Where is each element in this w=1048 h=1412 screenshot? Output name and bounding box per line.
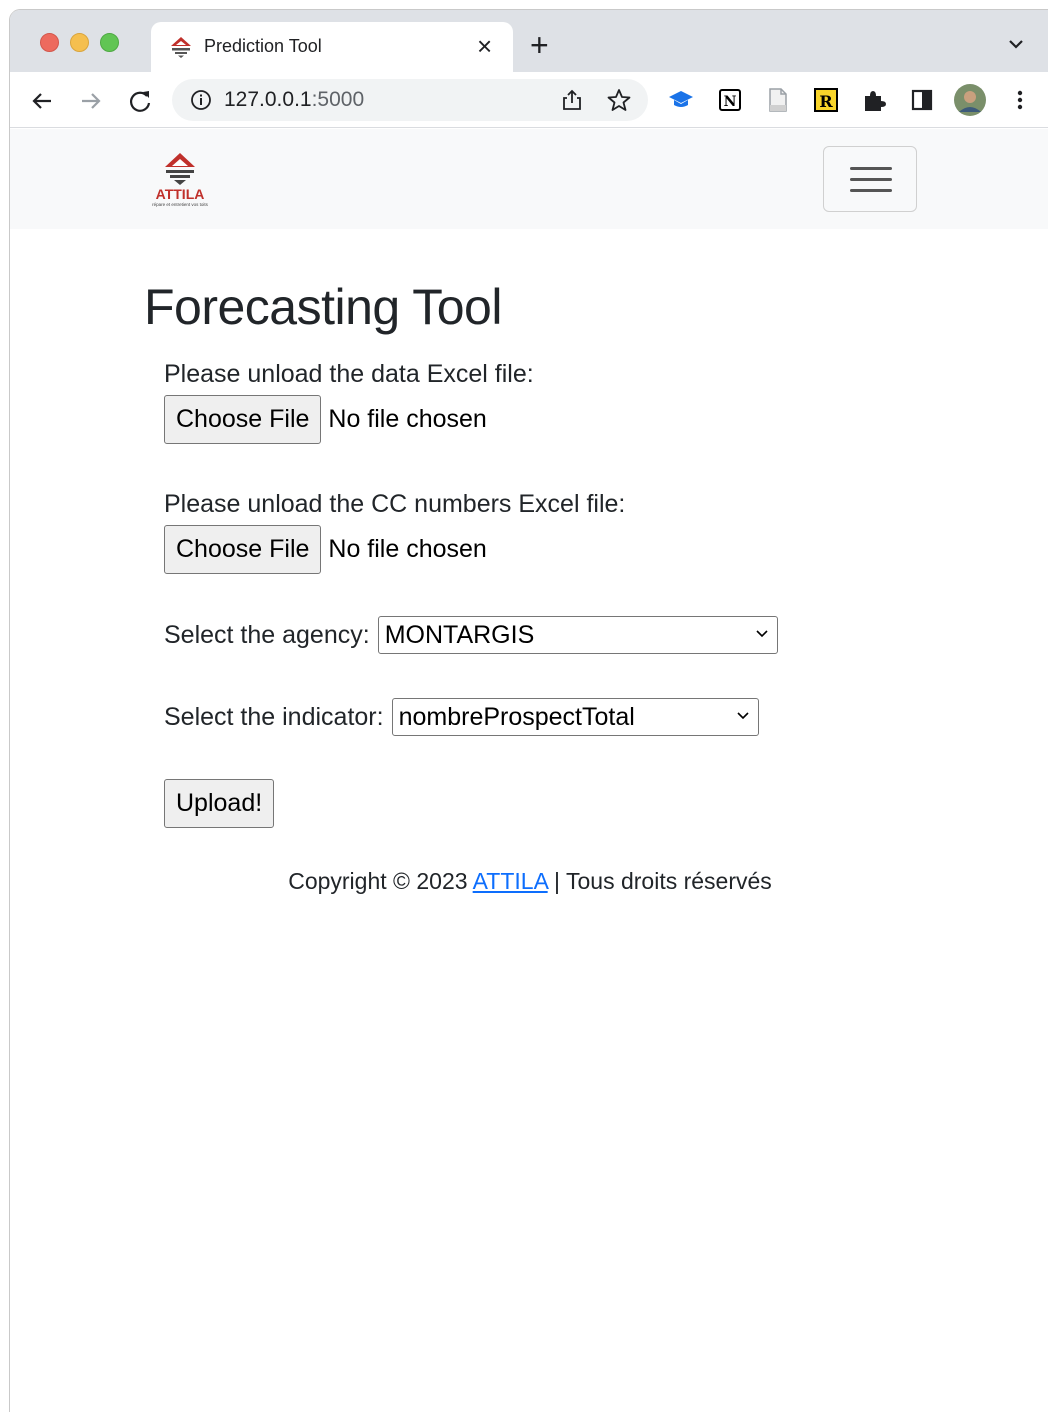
data-file-input[interactable]: Choose File No file chosen <box>164 395 864 444</box>
profile-avatar[interactable] <box>954 84 986 116</box>
back-arrow-icon[interactable] <box>27 86 57 116</box>
reload-icon[interactable] <box>125 86 155 116</box>
indicator-row: Select the indicator: nombreProspectTota… <box>164 698 864 736</box>
address-bar[interactable]: 127.0.0.1:5000 <box>172 79 648 121</box>
upload-button[interactable]: Upload! <box>164 779 275 828</box>
url-text[interactable]: 127.0.0.1:5000 <box>224 88 364 112</box>
site-navbar: ATTILA répare et entretient vos toits <box>10 129 1048 229</box>
upload-form: Please unload the data Excel file: Choos… <box>164 360 864 828</box>
tab-prediction-tool[interactable]: Prediction Tool × <box>151 22 513 72</box>
side-panel-icon[interactable] <box>908 86 936 114</box>
r-extension-icon[interactable]: R <box>812 86 840 114</box>
attila-logo[interactable]: ATTILA répare et entretient vos toits <box>140 151 220 209</box>
chevron-down-icon <box>737 712 749 720</box>
attila-favicon-icon <box>171 37 191 58</box>
browser-toolbar: 127.0.0.1:5000 N R <box>10 72 1048 128</box>
navbar-toggler-button[interactable] <box>823 146 917 212</box>
data-file-label: Please unload the data Excel file: <box>164 360 534 388</box>
svg-text:répare et entretient vos toits: répare et entretient vos toits <box>152 202 209 207</box>
forward-arrow-icon[interactable] <box>76 86 106 116</box>
indicator-select-value: nombreProspectTotal <box>398 703 635 731</box>
page-title: Forecasting Tool <box>144 279 502 335</box>
svg-text:ATTILA: ATTILA <box>156 186 205 202</box>
page-header: Forecasting Tool <box>144 278 502 336</box>
share-icon[interactable] <box>560 88 584 112</box>
tab-strip: Prediction Tool × + <box>10 10 1048 72</box>
data-file-status: No file chosen <box>328 405 487 433</box>
upload-row: Upload! <box>164 779 864 828</box>
agency-row: Select the agency: MONTARGIS <box>164 616 864 654</box>
indicator-select[interactable]: nombreProspectTotal <box>391 698 759 736</box>
url-port: :5000 <box>311 88 365 111</box>
rights-text: | Tous droits réservés <box>554 868 772 894</box>
minimize-window-button[interactable] <box>70 33 89 52</box>
puzzle-icon[interactable] <box>860 86 888 114</box>
star-icon[interactable] <box>606 87 632 113</box>
more-vert-icon[interactable] <box>1006 86 1034 114</box>
attila-footer-link[interactable]: ATTILA <box>473 868 548 894</box>
cc-file-choose-button[interactable]: Choose File <box>164 525 322 574</box>
info-icon[interactable] <box>190 89 212 111</box>
browser-window: Prediction Tool × + 127.0.0.1:5000 N R A… <box>10 10 1048 1412</box>
data-file-choose-button[interactable]: Choose File <box>164 395 322 444</box>
tab-title: Prediction Tool <box>204 36 322 56</box>
agency-label: Select the agency: <box>164 620 370 649</box>
indicator-label: Select the indicator: <box>164 702 384 731</box>
cc-file-status: No file chosen <box>328 535 487 563</box>
page-footer: Copyright © 2023 ATTILA | Tous droits ré… <box>10 868 1048 895</box>
svg-text:R: R <box>819 92 833 111</box>
document-icon[interactable] <box>764 86 792 114</box>
notion-icon[interactable]: N <box>716 86 744 114</box>
hamburger-line <box>850 189 892 192</box>
svg-text:N: N <box>724 94 737 110</box>
chevron-down-icon <box>756 630 768 638</box>
zoom-window-button[interactable] <box>100 33 119 52</box>
agency-select[interactable]: MONTARGIS <box>377 616 778 654</box>
graduation-cap-icon[interactable] <box>667 86 695 114</box>
tab-close-icon[interactable]: × <box>477 31 492 61</box>
hamburger-line <box>850 167 892 170</box>
agency-select-value: MONTARGIS <box>384 621 535 649</box>
new-tab-button[interactable]: + <box>530 29 549 61</box>
tab-search-chevron-icon[interactable] <box>1006 34 1026 54</box>
cc-file-input[interactable]: Choose File No file chosen <box>164 525 864 574</box>
copyright-text: Copyright © 2023 <box>288 868 468 894</box>
close-window-button[interactable] <box>40 33 59 52</box>
cc-file-label: Please unload the CC numbers Excel file: <box>164 490 626 518</box>
url-host: 127.0.0.1 <box>224 88 312 111</box>
hamburger-line <box>850 178 892 181</box>
